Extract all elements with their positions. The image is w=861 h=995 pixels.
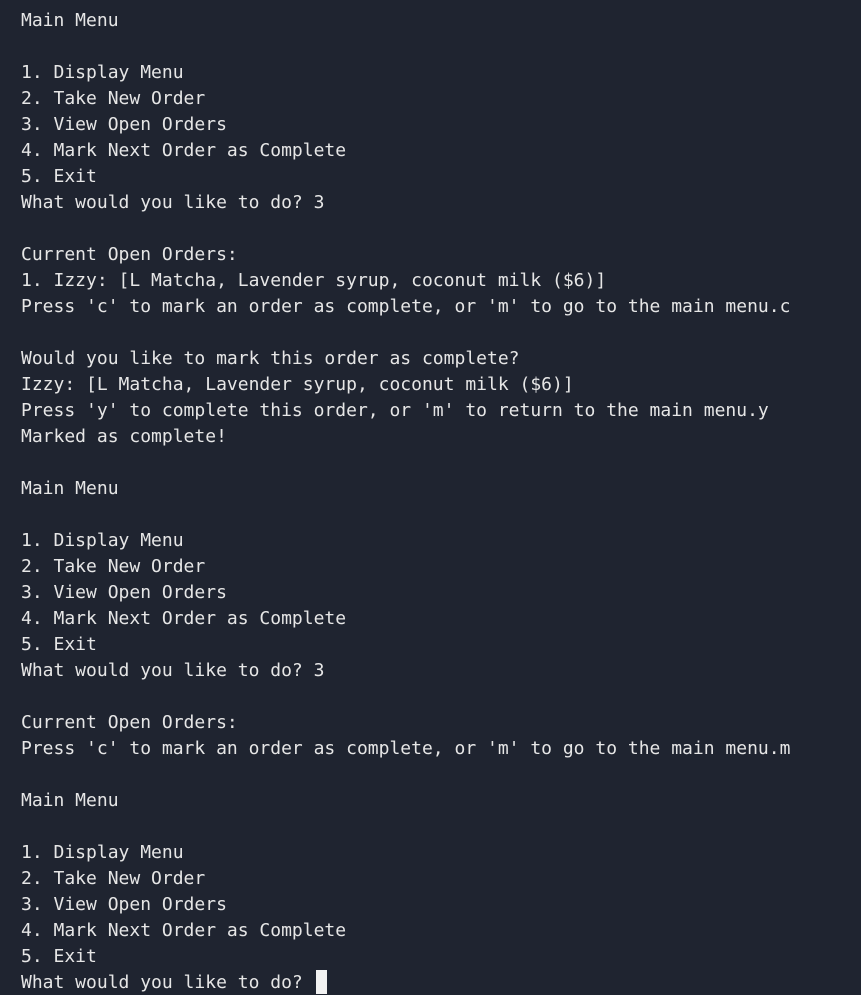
- terminal-line: 1. Display Menu: [21, 62, 184, 83]
- terminal-line: 2. Take New Order: [21, 868, 206, 889]
- terminal-line: 2. Take New Order: [21, 88, 206, 109]
- terminal-line: 4. Mark Next Order as Complete: [21, 140, 347, 161]
- terminal-line: Press 'y' to complete this order, or 'm'…: [21, 400, 769, 421]
- terminal-line: Main Menu: [21, 10, 119, 31]
- terminal-line: Current Open Orders:: [21, 244, 238, 265]
- terminal-line: 1. Display Menu: [21, 530, 184, 551]
- terminal-line: 5. Exit: [21, 946, 97, 967]
- terminal-line: 1. Display Menu: [21, 842, 184, 863]
- terminal-line: What would you like to do? 3: [21, 192, 325, 213]
- terminal-line: 3. View Open Orders: [21, 582, 227, 603]
- terminal-line: 4. Mark Next Order as Complete: [21, 920, 347, 941]
- terminal-line: 3. View Open Orders: [21, 114, 227, 135]
- terminal-line: What would you like to do? 3: [21, 660, 325, 681]
- text-cursor: [315, 970, 327, 994]
- terminal-line: Main Menu: [21, 478, 119, 499]
- prompt-text: What would you like to do?: [21, 972, 314, 993]
- terminal-line: Main Menu: [21, 790, 119, 811]
- terminal-line: Izzy: [L Matcha, Lavender syrup, coconut…: [21, 374, 574, 395]
- terminal-line: Would you like to mark this order as com…: [21, 348, 520, 369]
- terminal-prompt-line[interactable]: What would you like to do?: [21, 970, 861, 995]
- terminal-line: 5. Exit: [21, 166, 97, 187]
- terminal-line: Press 'c' to mark an order as complete, …: [21, 738, 791, 759]
- terminal-line: Current Open Orders:: [21, 712, 238, 733]
- terminal-line: 4. Mark Next Order as Complete: [21, 608, 347, 629]
- terminal-line: 1. Izzy: [L Matcha, Lavender syrup, coco…: [21, 270, 607, 291]
- terminal-line: Marked as complete!: [21, 426, 227, 447]
- terminal-line: Press 'c' to mark an order as complete, …: [21, 296, 791, 317]
- terminal-window[interactable]: Main Menu 1. Display Menu 2. Take New Or…: [0, 0, 861, 995]
- terminal-line: 2. Take New Order: [21, 556, 206, 577]
- terminal-line: 5. Exit: [21, 634, 97, 655]
- terminal-line: 3. View Open Orders: [21, 894, 227, 915]
